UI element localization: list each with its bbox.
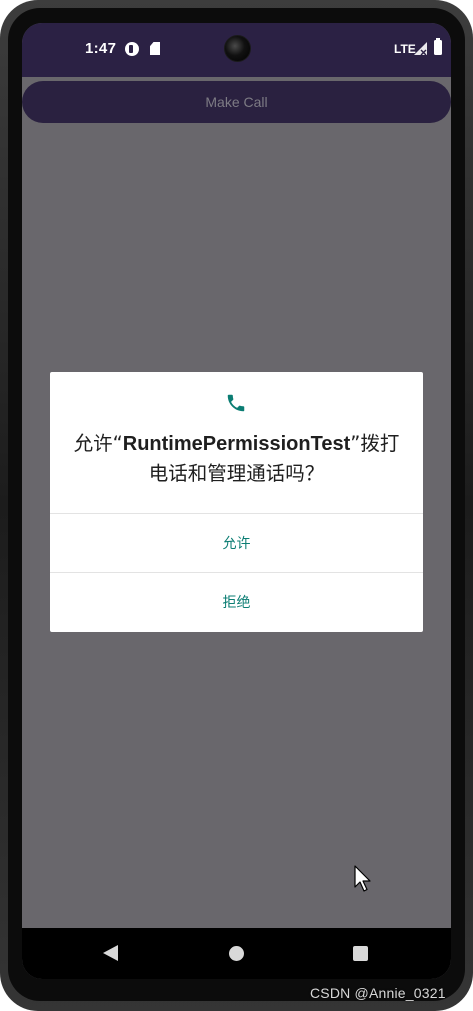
message-prefix: 允许“ (73, 432, 123, 455)
status-time: 1:47 (85, 40, 117, 57)
front-camera (224, 35, 251, 62)
mouse-cursor-icon (354, 865, 371, 892)
watermark: CSDN @Annie_0321 (310, 985, 446, 1001)
make-call-button[interactable]: Make Call (22, 81, 451, 123)
app-notification-icon (125, 42, 139, 56)
allow-button[interactable]: 允许 (50, 514, 423, 572)
device-screen: 1:47 LTE Make Call 允许“RuntimePermissionT… (22, 23, 451, 979)
back-icon[interactable] (103, 945, 118, 961)
status-bar: 1:47 LTE (22, 23, 451, 77)
navigation-bar (22, 928, 451, 979)
phone-icon (227, 394, 245, 412)
recents-icon[interactable] (353, 946, 368, 961)
home-icon[interactable] (229, 946, 244, 961)
app-name: RuntimePermissionTest (122, 433, 351, 455)
battery-icon (434, 38, 442, 55)
signal-icon (414, 42, 427, 55)
sd-card-icon (150, 42, 160, 55)
permission-dialog: 允许“RuntimePermissionTest”拨打电话和管理通话吗？ 允许 … (50, 372, 423, 632)
network-type: LTE (394, 42, 416, 56)
permission-message: 允许“RuntimePermissionTest”拨打电话和管理通话吗？ (64, 429, 409, 488)
deny-button[interactable]: 拒绝 (50, 573, 423, 631)
